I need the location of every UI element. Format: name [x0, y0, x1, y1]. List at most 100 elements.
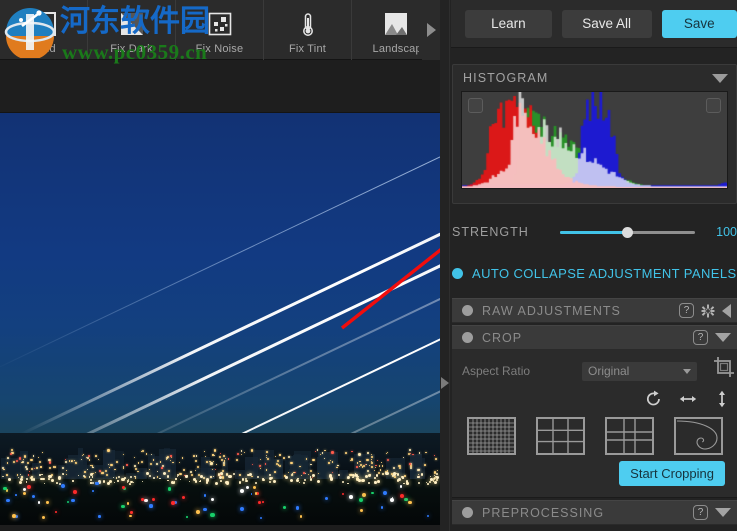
tool-fix-dark[interactable]: Fix Dark	[88, 0, 176, 60]
city-light	[10, 448, 14, 452]
city-light	[251, 475, 253, 477]
gear-icon[interactable]	[701, 304, 715, 318]
golden-ratio-overlay[interactable]	[604, 417, 654, 455]
horizon-light	[215, 481, 219, 485]
runway-light	[262, 501, 265, 503]
runway-light	[349, 495, 353, 499]
aspect-ratio-select[interactable]: Original	[582, 361, 697, 381]
histogram-header[interactable]: HISTOGRAM	[453, 65, 736, 91]
horizon-light	[398, 478, 402, 481]
city-light	[137, 462, 139, 464]
rotate-icon[interactable]	[645, 390, 663, 408]
city-light	[310, 470, 313, 473]
runway-light	[186, 516, 188, 518]
runway-light	[41, 515, 45, 519]
city-light	[88, 459, 91, 461]
horizon-light	[185, 475, 188, 478]
horizon-light	[228, 474, 232, 479]
tool-fix-tint[interactable]: Fix Tint	[264, 0, 352, 60]
city-light	[240, 450, 243, 452]
city-light	[377, 460, 379, 462]
crop-tool-icon[interactable]	[713, 356, 735, 378]
grid-fine-overlay[interactable]	[466, 417, 516, 455]
tool-fix-noise[interactable]: Fix Noise	[176, 0, 264, 60]
city-light	[345, 451, 348, 454]
black-point-handle[interactable]	[468, 98, 483, 113]
save-all-button[interactable]: Save All	[561, 9, 652, 38]
city-light	[435, 458, 437, 460]
help-icon[interactable]: ?	[693, 330, 708, 345]
tool-vivid[interactable]: Vivid	[0, 0, 88, 60]
city-light	[219, 453, 221, 455]
horizon-light	[176, 476, 178, 478]
city-light	[22, 460, 25, 463]
horizon-light	[117, 480, 119, 482]
caret-down-icon[interactable]	[715, 508, 731, 517]
city-light	[307, 474, 309, 476]
panel-header-crop[interactable]: CROP ?	[452, 325, 737, 350]
horizon-light	[42, 477, 45, 480]
aspect-ratio-row: Aspect Ratio Original	[462, 361, 727, 381]
help-icon[interactable]: ?	[679, 303, 694, 318]
toolbar-scroll-right-button[interactable]	[422, 0, 440, 60]
save-button[interactable]: Save	[661, 9, 737, 38]
city-light	[115, 477, 118, 479]
golden-spiral-overlay[interactable]	[673, 417, 723, 455]
sidebar-expander-button[interactable]	[438, 375, 452, 391]
caret-down-icon[interactable]	[712, 73, 728, 83]
horizon-light	[205, 481, 208, 484]
aspect-ratio-value: Original	[588, 364, 630, 378]
city-light	[222, 455, 225, 457]
histogram-plot[interactable]	[461, 91, 728, 189]
city-light	[61, 466, 64, 469]
panel-title-raw-adjustments: RAW ADJUSTMENTS	[482, 303, 621, 318]
horizon-light	[309, 478, 313, 481]
horizon-light	[358, 478, 361, 482]
crop-overlay-options	[452, 414, 737, 458]
strength-slider[interactable]	[559, 224, 695, 240]
image-editor-window: Vivid Fix Dark Fix Noise Fix Tint Landsc…	[0, 0, 737, 531]
city-light	[51, 474, 54, 477]
city-light	[219, 455, 221, 458]
city-light	[161, 467, 163, 469]
aspect-ratio-label: Aspect Ratio	[462, 364, 531, 378]
horizon-light	[420, 473, 423, 476]
help-icon[interactable]: ?	[693, 505, 708, 520]
slider-knob[interactable]	[621, 227, 633, 238]
landscape-icon	[380, 8, 412, 40]
city-light	[302, 472, 305, 475]
city-light	[23, 455, 27, 458]
caret-down-icon[interactable]	[715, 333, 731, 342]
flip-horizontal-icon[interactable]	[679, 390, 697, 408]
runway-light	[3, 486, 7, 490]
city-light	[359, 460, 361, 463]
city-light	[110, 463, 113, 467]
learn-button[interactable]: Learn	[465, 9, 552, 38]
city-light	[6, 462, 9, 464]
runway-light	[98, 515, 101, 518]
horizon-light	[374, 477, 376, 479]
runway-light	[70, 498, 75, 503]
start-cropping-button[interactable]: Start Cropping	[619, 461, 725, 486]
city-light	[266, 457, 270, 460]
panel-header-preprocessing[interactable]: PREPROCESSING ?	[452, 500, 737, 525]
panel-header-raw-adjustments[interactable]: RAW ADJUSTMENTS ?	[452, 298, 737, 323]
caret-left-icon[interactable]	[722, 303, 731, 318]
flip-vertical-icon[interactable]	[713, 390, 731, 408]
city-light	[433, 454, 435, 456]
runway-light	[260, 516, 263, 519]
city-light	[312, 458, 315, 461]
runway-light	[181, 495, 185, 499]
city-light	[203, 451, 205, 453]
white-point-handle[interactable]	[706, 98, 721, 113]
city-light	[351, 451, 353, 453]
image-preview-canvas[interactable]	[0, 113, 440, 525]
runway-light	[22, 491, 27, 495]
horizon-light	[129, 482, 132, 485]
rule-of-thirds-overlay[interactable]	[535, 417, 585, 455]
city-light	[41, 452, 43, 454]
city-light	[6, 456, 9, 459]
auto-collapse-toggle[interactable]: AUTO COLLAPSE ADJUSTMENT PANELS	[452, 262, 737, 284]
city-light	[410, 452, 412, 454]
horizon-light	[17, 476, 19, 478]
